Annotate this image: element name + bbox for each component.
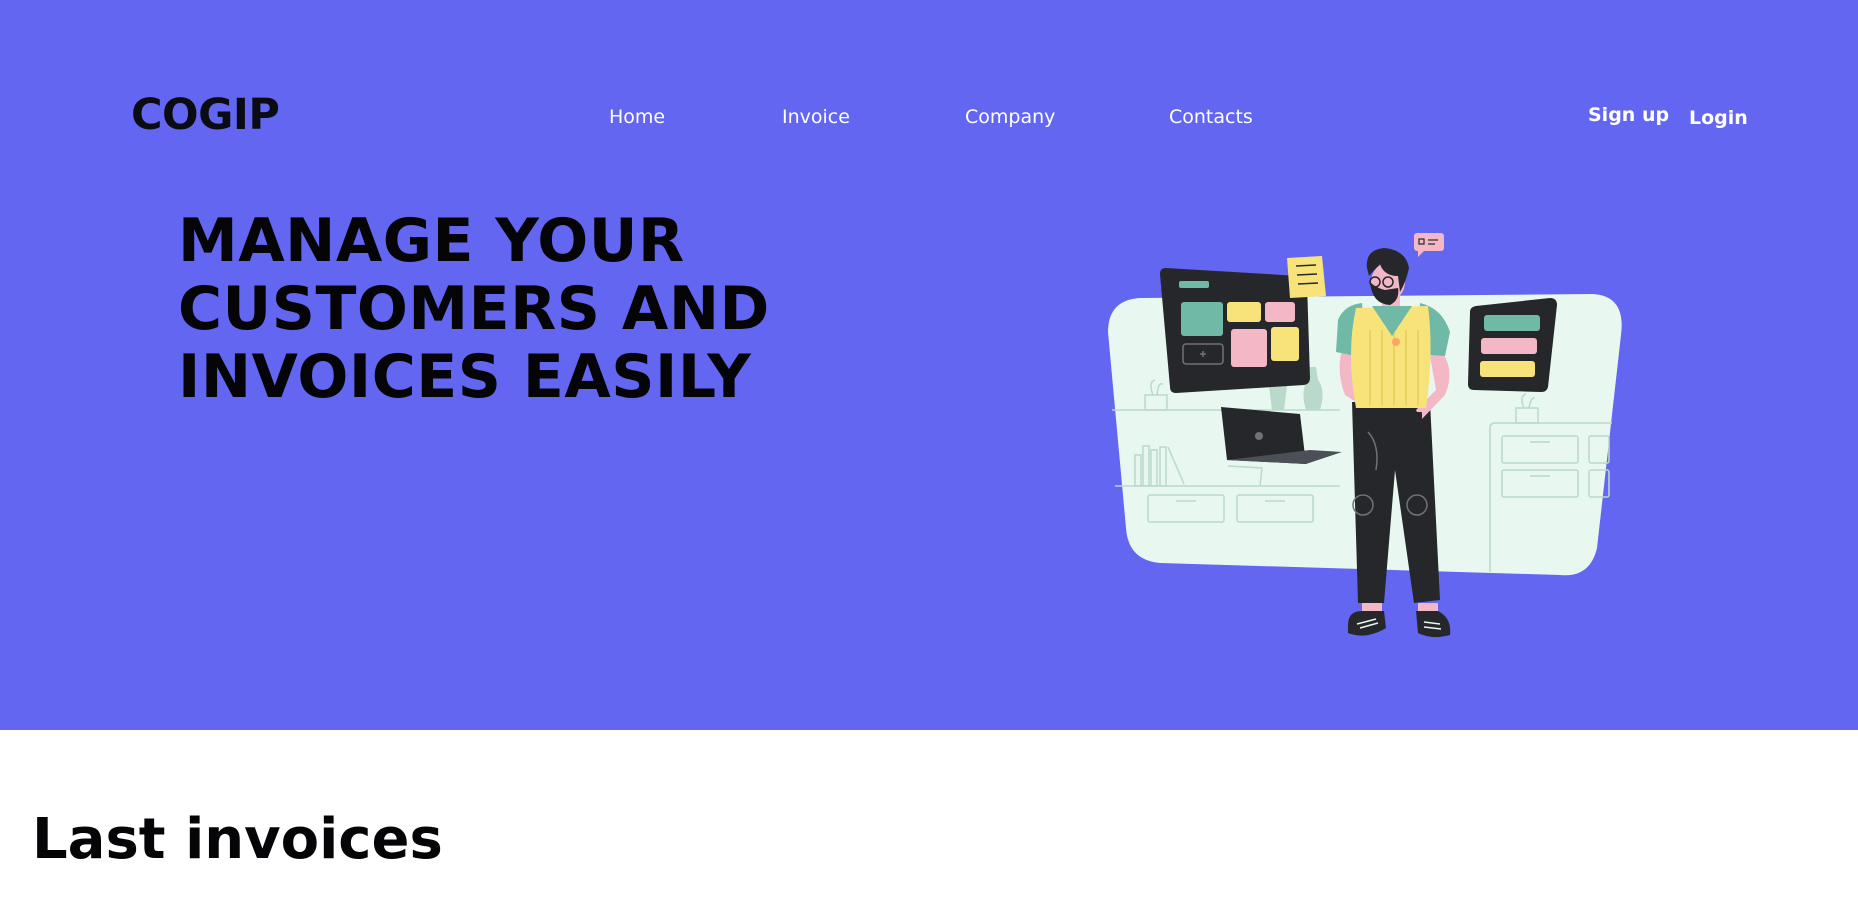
hero-illustration (1108, 233, 1622, 638)
hero-headline-line-3: INVOICES EASILY (178, 342, 752, 412)
speech-bubble (1414, 233, 1444, 257)
hero-headline-line-1: MANAGE YOUR (178, 206, 685, 276)
nav-invoice-link[interactable]: Invoice (782, 108, 850, 127)
left-dashboard-screen (1160, 268, 1310, 393)
nav-home-link[interactable]: Home (609, 108, 665, 127)
nav-contacts-link[interactable]: Contacts (1169, 108, 1253, 127)
signup-link[interactable]: Sign up (1588, 106, 1669, 125)
hero-headline: MANAGE YOUR CUSTOMERS AND INVOICES EASIL… (178, 207, 878, 411)
hero-headline-line-2: CUSTOMERS AND (178, 274, 770, 344)
last-invoices-title: Last invoices (32, 807, 443, 872)
right-dashboard-screen (1468, 298, 1557, 392)
logo[interactable]: COGIP (131, 94, 280, 137)
nav-company-link[interactable]: Company (965, 108, 1055, 127)
sticky-note (1287, 256, 1326, 298)
login-link[interactable]: Login (1689, 109, 1748, 128)
hero-section: COGIP Home Invoice Company Contacts Sign… (0, 0, 1858, 730)
